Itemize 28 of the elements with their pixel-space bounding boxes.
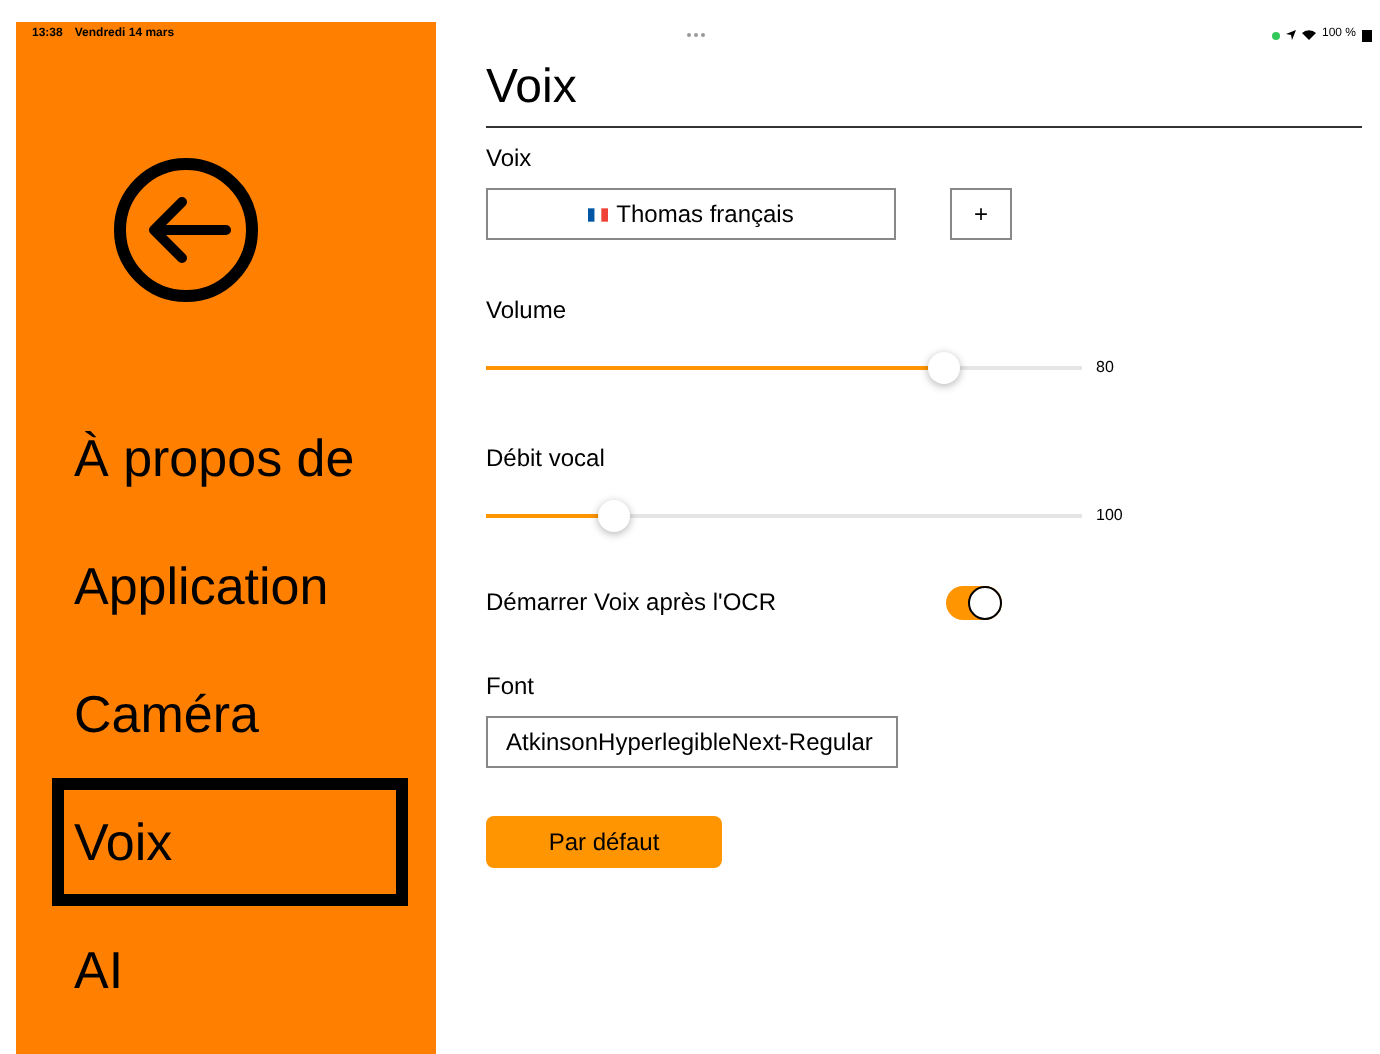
- sidebar-item[interactable]: Caméra: [16, 650, 436, 778]
- slider-thumb[interactable]: [598, 500, 631, 532]
- more-dots-icon: [686, 32, 707, 38]
- status-dot-icon: [1271, 31, 1280, 39]
- page-title: Voix: [486, 60, 579, 116]
- battery-icon: [1362, 29, 1372, 41]
- sidebar-item[interactable]: Application: [16, 522, 436, 650]
- voice-select-button[interactable]: Thomas français: [486, 188, 896, 240]
- sidebar-item[interactable]: Voix: [52, 778, 408, 906]
- voice-label: Voix: [486, 142, 534, 176]
- slider-value: 80: [1096, 356, 1114, 380]
- sidebar-item[interactable]: À propos de: [16, 394, 436, 522]
- add-voice-button[interactable]: +: [950, 188, 1012, 240]
- toggle-switch[interactable]: [946, 585, 1002, 619]
- wifi-icon: [1301, 30, 1316, 40]
- slider-label: Débit vocal: [486, 442, 607, 476]
- slider[interactable]: [486, 348, 1082, 388]
- toggle-label: Démarrer Voix après l'OCR: [486, 586, 778, 620]
- slider-value: 100: [1096, 504, 1123, 528]
- slider-thumb[interactable]: [928, 352, 961, 384]
- sidebar-item[interactable]: AI: [16, 906, 436, 1034]
- font-input[interactable]: AtkinsonHyperlegibleNext-Regular: [486, 716, 898, 768]
- flag-icon: [588, 207, 609, 221]
- location-icon: [1285, 30, 1296, 40]
- slider-label: Volume: [486, 294, 569, 328]
- slider[interactable]: [486, 496, 1082, 536]
- default-button[interactable]: Par défaut: [486, 816, 722, 868]
- font-label: Font: [486, 670, 537, 704]
